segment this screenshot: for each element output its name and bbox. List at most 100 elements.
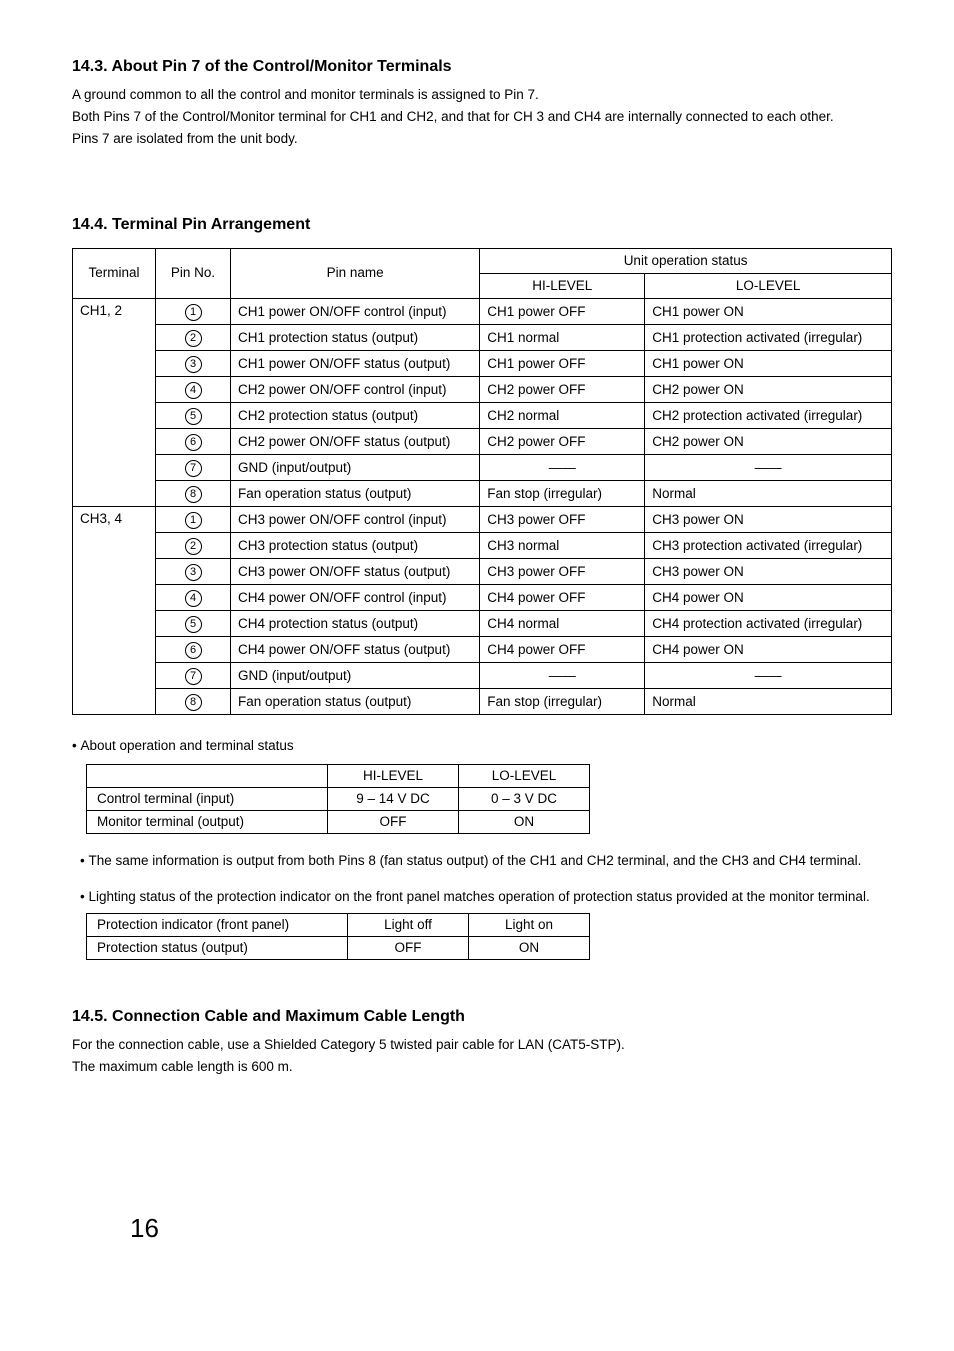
pin-lo: CH2 power ON [645,377,892,403]
pin-name: CH4 power ON/OFF control (input) [231,585,480,611]
pin-name: GND (input/output) [231,455,480,481]
pin-lo: CH2 protection activated (irregular) [645,403,892,429]
pin-hi: CH1 power OFF [480,299,645,325]
pin-name: Fan operation status (output) [231,689,480,715]
pin-lo: CH1 protection activated (irregular) [645,325,892,351]
table-row: 8 Fan operation status (output) Fan stop… [73,689,892,715]
pin-name: GND (input/output) [231,663,480,689]
pin-hi: CH3 power OFF [480,507,645,533]
section-14-3-heading: 14.3. About Pin 7 of the Control/Monitor… [72,56,892,78]
circled-number-icon: 3 [185,356,202,373]
about-operation-note: About operation and terminal status [72,737,892,755]
group-ch34: CH3, 4 [73,507,156,715]
th-lo: LO-LEVEL [645,274,892,299]
pin-hi: Fan stop (irregular) [480,481,645,507]
circled-number-icon: 4 [185,382,202,399]
th-hi: HI-LEVEL [480,274,645,299]
circled-number-icon: 7 [185,668,202,685]
circled-number-icon: 2 [185,538,202,555]
th-hi: HI-LEVEL [328,764,459,787]
circled-number-icon: 8 [185,486,202,503]
pin-lo: Normal [645,481,892,507]
pin-number: 6 [156,429,231,455]
s3-p2: The maximum cable length is 600 m. [72,1058,892,1076]
pin-hi: CH3 power OFF [480,559,645,585]
section-14-5-heading: 14.5. Connection Cable and Maximum Cable… [72,1006,892,1028]
table-row: 7 GND (input/output) —— —— [73,663,892,689]
pin-hi: CH2 power OFF [480,429,645,455]
pin-number: 4 [156,585,231,611]
table-row: Protection indicator (front panel) Light… [87,913,590,936]
th-pinname: Pin name [231,248,480,298]
table-row: 6 CH2 power ON/OFF status (output) CH2 p… [73,429,892,455]
th-status: Unit operation status [480,248,892,273]
th-pinno: Pin No. [156,248,231,298]
pin-number: 8 [156,481,231,507]
pin-number: 3 [156,559,231,585]
pin-number: 1 [156,299,231,325]
pin-number: 4 [156,377,231,403]
pin-lo: CH4 protection activated (irregular) [645,611,892,637]
table-row: CH3, 4 1 CH3 power ON/OFF control (input… [73,507,892,533]
table-row: 4 CH4 power ON/OFF control (input) CH4 p… [73,585,892,611]
pin-name: CH2 power ON/OFF control (input) [231,377,480,403]
pin-lo: CH4 power ON [645,637,892,663]
circled-number-icon: 6 [185,434,202,451]
table-row: 2 CH1 protection status (output) CH1 nor… [73,325,892,351]
pin-number: 7 [156,663,231,689]
pin-hi: —— [480,455,645,481]
table-row: 4 CH2 power ON/OFF control (input) CH2 p… [73,377,892,403]
pin-lo: CH1 power ON [645,299,892,325]
th-c: Light on [469,913,590,936]
row-b: OFF [348,936,469,959]
circled-number-icon: 7 [185,460,202,477]
pin-name: CH3 power ON/OFF control (input) [231,507,480,533]
circled-number-icon: 1 [185,512,202,529]
page-number: 16 [130,1211,159,1246]
protection-indicator-table: Protection indicator (front panel) Light… [86,913,590,960]
pin-number: 5 [156,403,231,429]
pin-lo: CH4 power ON [645,585,892,611]
pins8-note: The same information is output from both… [72,852,892,870]
pin-number: 8 [156,689,231,715]
section-14-4-heading: 14.4. Terminal Pin Arrangement [72,214,892,236]
row-hi: OFF [328,810,459,833]
pin-hi: Fan stop (irregular) [480,689,645,715]
pin-name: CH2 power ON/OFF status (output) [231,429,480,455]
table-row: Control terminal (input) 9 – 14 V DC 0 –… [87,787,590,810]
pin-hi: CH4 power OFF [480,585,645,611]
circled-number-icon: 2 [185,330,202,347]
th-terminal: Terminal [73,248,156,298]
pin-hi: CH2 normal [480,403,645,429]
row-label: Control terminal (input) [87,787,328,810]
pin-number: 5 [156,611,231,637]
th-lo: LO-LEVEL [459,764,590,787]
pin-hi: CH3 normal [480,533,645,559]
circled-number-icon: 3 [185,564,202,581]
pin-lo: CH1 power ON [645,351,892,377]
s3-p1: For the connection cable, use a Shielded… [72,1036,892,1054]
pin-number: 1 [156,507,231,533]
circled-number-icon: 8 [185,694,202,711]
pin-lo: CH3 protection activated (irregular) [645,533,892,559]
operation-status-table: HI-LEVEL LO-LEVEL Control terminal (inpu… [86,764,590,835]
pin-number: 3 [156,351,231,377]
table-row: 5 CH2 protection status (output) CH2 nor… [73,403,892,429]
table-row: 3 CH1 power ON/OFF status (output) CH1 p… [73,351,892,377]
table-row: Protection status (output) OFF ON [87,936,590,959]
table-row: 2 CH3 protection status (output) CH3 nor… [73,533,892,559]
pin-hi: CH1 power OFF [480,351,645,377]
s1-p3: Pins 7 are isolated from the unit body. [72,130,892,148]
pin-lo: —— [645,663,892,689]
pin-hi: CH2 power OFF [480,377,645,403]
circled-number-icon: 6 [185,642,202,659]
row-a: Protection status (output) [87,936,348,959]
pin-hi: CH4 power OFF [480,637,645,663]
pin-name: CH4 power ON/OFF status (output) [231,637,480,663]
table-row: 8 Fan operation status (output) Fan stop… [73,481,892,507]
circled-number-icon: 5 [185,408,202,425]
pin-name: CH1 power ON/OFF control (input) [231,299,480,325]
table-row: Monitor terminal (output) OFF ON [87,810,590,833]
pin-lo: Normal [645,689,892,715]
pin-name: Fan operation status (output) [231,481,480,507]
